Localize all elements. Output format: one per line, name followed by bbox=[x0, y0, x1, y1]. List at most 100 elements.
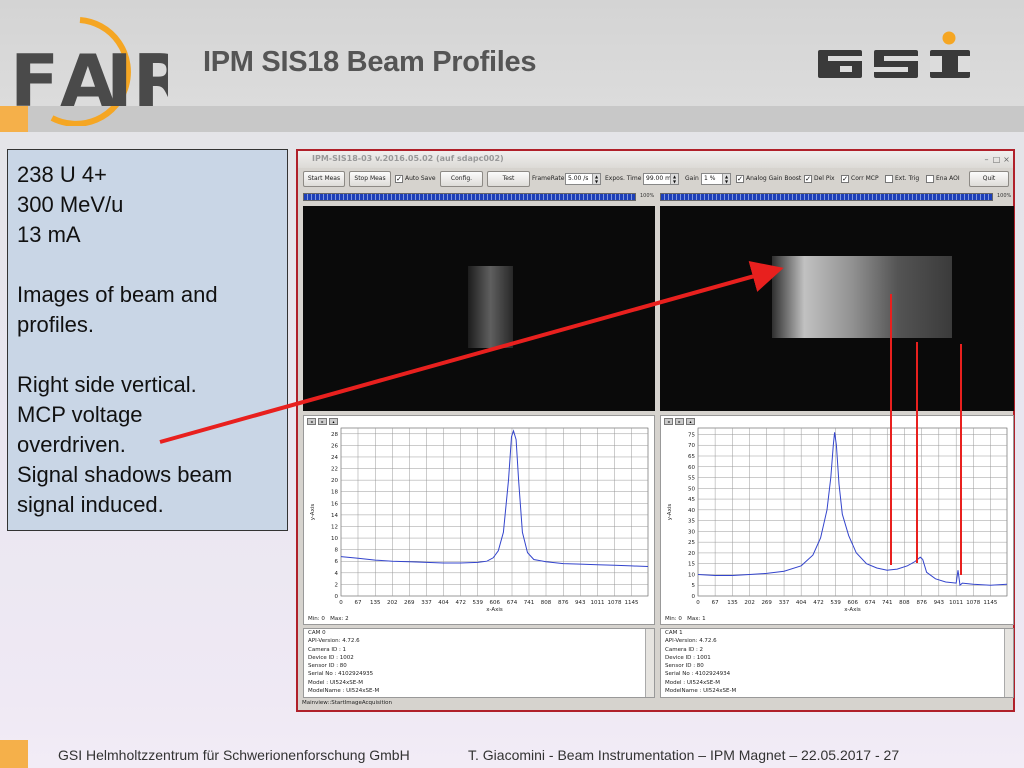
status-bar: Mainview::StartImageAcquisition bbox=[302, 700, 392, 706]
x-tick-label: 606 bbox=[848, 600, 859, 606]
x-tick-label: 202 bbox=[387, 600, 398, 606]
spin-arrows-icon[interactable]: ▲ ▼ bbox=[670, 174, 678, 184]
close-icon[interactable]: × bbox=[1002, 155, 1011, 164]
x-tick-label: 943 bbox=[934, 600, 945, 606]
y-tick-label: 28 bbox=[331, 432, 338, 438]
info-line: 238 U 4+ bbox=[17, 162, 107, 187]
minimize-icon[interactable]: – bbox=[982, 155, 991, 164]
camera-info-line: Device ID : 1002 bbox=[308, 654, 354, 661]
x-tick-label: 1078 bbox=[608, 600, 622, 606]
x-tick-label: 0 bbox=[339, 600, 343, 606]
plot-limits-left: Min: 0 Max: 2 bbox=[308, 616, 349, 622]
y-tick-label: 35 bbox=[688, 519, 695, 525]
gain-value: 1 % bbox=[704, 175, 716, 182]
ipm-app-window: IPM-SIS18-03 v.2016.05.02 (auf sdapc002)… bbox=[296, 149, 1015, 712]
camera-info-line: API-Version: 4.72.6 bbox=[308, 638, 360, 645]
max-label: Max bbox=[687, 616, 699, 622]
y-tick-label: 15 bbox=[688, 562, 695, 568]
y-axis-label: y-Axis bbox=[667, 504, 673, 521]
camera-info-right[interactable]: CAM 1 API-Version: 4.72.6 Camera ID : 2 … bbox=[660, 628, 1014, 698]
y-axis-label: y-Axis bbox=[310, 504, 316, 521]
x-tick-label: 269 bbox=[404, 600, 415, 606]
app-title-bar: IPM-SIS18-03 v.2016.05.02 (auf sdapc002)… bbox=[298, 151, 1013, 168]
orange-corner-bottom bbox=[0, 740, 28, 768]
beam-info-box: 238 U 4+ 300 MeV/u 13 mA Images of beam … bbox=[7, 149, 288, 531]
x-tick-label: 404 bbox=[438, 600, 449, 606]
x-tick-label: 876 bbox=[558, 600, 569, 606]
y-tick-label: 16 bbox=[331, 501, 338, 507]
info-line: 13 mA bbox=[17, 222, 81, 247]
ena-aoi-label: Ena AOI bbox=[936, 175, 960, 182]
del-pix-checkbox[interactable]: ✓ bbox=[804, 175, 812, 183]
analog-gain-boost-checkbox[interactable]: ✓ bbox=[736, 175, 744, 183]
scrollbar[interactable] bbox=[1004, 629, 1013, 697]
info-line: MCP voltage bbox=[17, 402, 143, 427]
camera-info-line: API-Version: 4.72.6 bbox=[665, 638, 717, 645]
y-tick-label: 10 bbox=[331, 536, 338, 542]
progress-label-cam0: 100% bbox=[640, 193, 655, 199]
ena-aoi-checkbox[interactable] bbox=[926, 175, 934, 183]
y-tick-label: 30 bbox=[688, 529, 695, 535]
max-value: 2 bbox=[345, 616, 349, 622]
info-line: Signal shadows beam bbox=[17, 462, 233, 487]
info-line: Right side vertical. bbox=[17, 372, 197, 397]
corr-mcp-checkbox[interactable]: ✓ bbox=[841, 175, 849, 183]
framerate-value: 5.00 /s bbox=[568, 175, 589, 182]
config-button[interactable]: Config. bbox=[440, 171, 483, 187]
min-value: 0 bbox=[678, 616, 682, 622]
y-tick-label: 26 bbox=[331, 443, 338, 449]
y-tick-label: 0 bbox=[335, 594, 339, 600]
footer-citation-text: T. Giacomini - Beam Instrumentation – IP… bbox=[468, 747, 884, 763]
y-tick-label: 18 bbox=[331, 490, 338, 496]
beam-spot-right bbox=[772, 256, 952, 338]
y-tick-label: 4 bbox=[335, 571, 339, 577]
x-tick-label: 808 bbox=[899, 600, 910, 606]
svg-text:IR: IR bbox=[106, 39, 168, 123]
auto-save-checkbox[interactable]: ✓ bbox=[395, 175, 403, 183]
stop-meas-button[interactable]: Stop Meas bbox=[349, 171, 391, 187]
profile-chart-left: 0 67 135 202 269 337 404 472 539 606 674 741 808 876 9… bbox=[310, 427, 649, 613]
start-meas-button[interactable]: Start Meas bbox=[303, 171, 345, 187]
scrollbar[interactable] bbox=[645, 629, 654, 697]
y-tick-label: 2 bbox=[335, 582, 339, 588]
x-tick-label: 539 bbox=[830, 600, 841, 606]
camera-info-line: Serial No : 4102924935 bbox=[308, 671, 374, 678]
plot-area bbox=[340, 427, 649, 597]
progress-bar-cam1 bbox=[660, 193, 993, 201]
info-line: signal induced. bbox=[17, 492, 164, 517]
camera-info-line: Camera ID : 1 bbox=[308, 646, 347, 653]
y-tick-label: 60 bbox=[688, 465, 695, 471]
spin-arrows-icon[interactable]: ▲ ▼ bbox=[592, 174, 600, 184]
ext-trig-checkbox[interactable] bbox=[885, 175, 893, 183]
gain-spinbox[interactable]: 1 % ▲ ▼ bbox=[701, 173, 731, 185]
framerate-label: FrameRate bbox=[532, 175, 565, 182]
camera-info-line: Device ID : 1001 bbox=[665, 654, 711, 661]
expos-time-spinbox[interactable]: 99.00 ms ▲ ▼ bbox=[643, 173, 679, 185]
x-tick-label: 337 bbox=[421, 600, 432, 606]
auto-save-label: Auto Save bbox=[405, 175, 436, 182]
x-tick-label: 67 bbox=[354, 600, 361, 606]
quit-button[interactable]: Quit bbox=[969, 171, 1009, 187]
x-tick-label: 337 bbox=[779, 600, 790, 606]
y-tick-label: 0 bbox=[692, 594, 696, 600]
test-button[interactable]: Test bbox=[487, 171, 530, 187]
max-label: Max bbox=[330, 616, 342, 622]
ext-trig-label: Ext. Trig bbox=[895, 175, 920, 182]
footer-citation: T. Giacomini - Beam Instrumentation – IP… bbox=[468, 747, 899, 763]
x-tick-label: 741 bbox=[524, 600, 535, 606]
maximize-icon[interactable]: □ bbox=[992, 155, 1001, 164]
spin-arrows-icon[interactable]: ▲ ▼ bbox=[722, 174, 730, 184]
svg-text:F: F bbox=[10, 39, 59, 123]
progress-bar-cam0 bbox=[303, 193, 636, 201]
progress-fill-cam1 bbox=[661, 194, 992, 200]
camera-info-left[interactable]: CAM 0 API-Version: 4.72.6 Camera ID : 1 … bbox=[303, 628, 655, 698]
x-tick-label: 606 bbox=[490, 600, 501, 606]
y-tick-label: 65 bbox=[688, 454, 695, 460]
y-tick-label: 50 bbox=[688, 486, 695, 492]
camera-info-line: Sensor ID : 80 bbox=[308, 663, 347, 670]
framerate-spinbox[interactable]: 5.00 /s ▲ ▼ bbox=[565, 173, 601, 185]
camera-info-line: CAM 1 bbox=[665, 630, 683, 636]
plot-limits-right: Min: 0 Max: 1 bbox=[665, 616, 706, 622]
info-line: 300 MeV/u bbox=[17, 192, 124, 217]
x-tick-label: 808 bbox=[541, 600, 552, 606]
